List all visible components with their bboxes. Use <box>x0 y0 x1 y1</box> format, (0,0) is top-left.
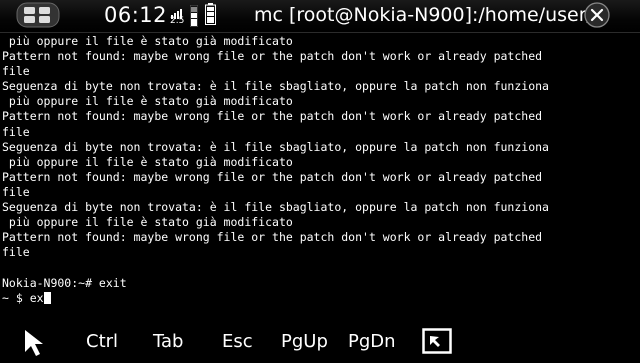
terminal-line: Pattern not found: maybe wrong file or t… <box>2 109 543 124</box>
terminal-line: più oppure il file è stato già modificat… <box>2 215 293 230</box>
esc-key[interactable]: Esc <box>222 330 253 354</box>
clock[interactable]: 06:12 <box>104 2 167 28</box>
terminal-line: Seguenza di byte non trovata: è il file … <box>2 79 549 94</box>
tab-key[interactable]: Tab <box>153 330 183 354</box>
terminal-line: più oppure il file è stato già modificat… <box>2 94 293 109</box>
terminal-line: file <box>2 64 30 79</box>
terminal-line: Pattern not found: maybe wrong file or t… <box>2 230 543 245</box>
terminal-line: file <box>2 124 30 139</box>
key-bar: Ctrl Tab Esc PgUp PgDn <box>0 324 640 360</box>
status-bar: 06:12 2.5 mc [root@Nokia-N900]:/home/use… <box>0 0 640 33</box>
close-icon[interactable] <box>584 2 610 28</box>
terminal-line: Seguenza di byte non trovata: è il file … <box>2 200 549 215</box>
pgup-key[interactable]: PgUp <box>281 330 328 354</box>
terminal-prompt[interactable]: ~ $ ex <box>0 291 640 306</box>
text-cursor <box>43 291 51 304</box>
battery-icon <box>205 3 216 25</box>
keyboard-toggle-icon[interactable] <box>422 328 452 354</box>
terminal-output[interactable]: più oppure il file è stato già modificat… <box>0 34 640 312</box>
pointer-arrow-icon[interactable] <box>22 328 48 358</box>
prompt-text: ~ $ ex <box>2 290 44 305</box>
terminal-line: più oppure il file è stato già modificat… <box>2 154 293 169</box>
signal-icon <box>189 4 199 28</box>
terminal-line: Nokia-N900:~# exit <box>2 275 127 290</box>
terminal-line: Pattern not found: maybe wrong file or t… <box>2 169 543 184</box>
task-switcher-icon[interactable] <box>16 2 60 28</box>
window-title[interactable]: mc [root@Nokia-N900]:/home/user/ <box>254 2 593 28</box>
terminal-line: Pattern not found: maybe wrong file or t… <box>2 49 543 64</box>
terminal-line: più oppure il file è stato già modificat… <box>2 34 293 48</box>
terminal-line: file <box>2 184 30 199</box>
ctrl-key[interactable]: Ctrl <box>86 330 118 354</box>
network-label: 2.5 <box>170 16 185 26</box>
terminal-line: Seguenza di byte non trovata: è il file … <box>2 139 549 154</box>
pgdn-key[interactable]: PgDn <box>348 330 396 354</box>
terminal-line: file <box>2 245 30 260</box>
